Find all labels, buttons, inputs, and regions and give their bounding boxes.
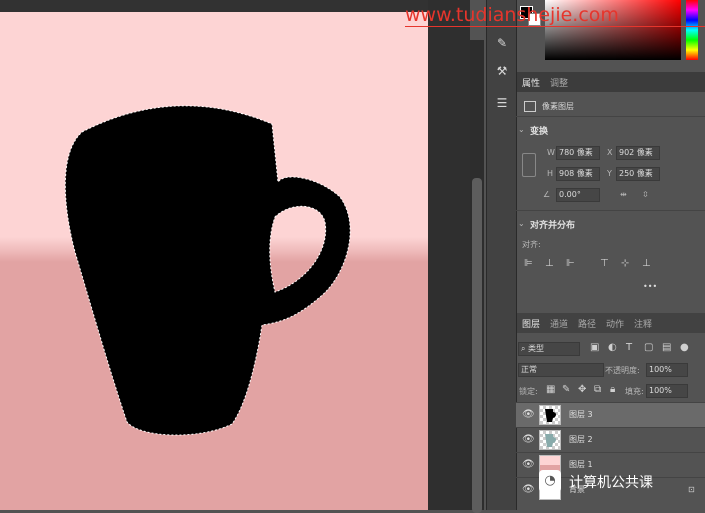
visibility-eye-icon[interactable]: 👁︎: [522, 434, 535, 445]
watermark-text: www.tudianshejie.com: [405, 4, 619, 26]
filter-adjustment-icon[interactable]: ◐: [608, 342, 617, 354]
filter-kind-label: 类型: [528, 344, 545, 353]
divider: [516, 116, 705, 117]
layer-type-label: 像素图层: [542, 102, 574, 111]
layer-name[interactable]: 图层 3: [569, 409, 593, 420]
properties-tabbar: 属性 调整: [517, 72, 705, 92]
flip-horizontal-icon[interactable]: ⇹: [620, 190, 627, 199]
pixel-layer-icon: [524, 101, 536, 112]
layer-name[interactable]: 图层 2: [569, 434, 593, 445]
search-icon: ⌕: [521, 344, 529, 353]
blend-mode-select[interactable]: 正常: [518, 363, 604, 377]
divider: [516, 210, 705, 211]
align-top-icon[interactable]: ⊤: [600, 258, 609, 270]
align-right-icon[interactable]: ⊩: [566, 258, 575, 270]
align-bottom-icon[interactable]: ⊥: [642, 258, 651, 270]
filter-type-icon[interactable]: T: [626, 342, 632, 354]
properties-icon[interactable]: ☰: [495, 96, 509, 110]
layers-tabbar: 图层 通道 路径 动作 注释: [517, 313, 705, 333]
watermark-underline: [405, 26, 705, 27]
scrollbar-thumb[interactable]: [472, 178, 482, 513]
angle-field[interactable]: 0.00°: [556, 188, 600, 202]
mug-thumbnail-shape: [545, 409, 556, 422]
brush-icon[interactable]: ✎: [495, 36, 509, 50]
tab-adjustments[interactable]: 调整: [550, 76, 568, 89]
visibility-eye-icon[interactable]: 👁︎: [522, 484, 535, 495]
h-label: H: [547, 169, 554, 178]
link-icon[interactable]: [522, 153, 536, 177]
wechat-overlay: ◔ 计算机公共课: [537, 468, 705, 498]
more-options-icon[interactable]: •••: [643, 282, 657, 291]
y-label: Y: [607, 169, 612, 178]
canvas-top-bar: [0, 0, 430, 12]
align-middle-icon[interactable]: ⊹: [621, 258, 629, 270]
mug-thumbnail-shape: [545, 434, 556, 447]
tab-paths[interactable]: 路径: [578, 317, 596, 330]
lock-position-icon[interactable]: ✥: [578, 384, 586, 396]
tab-notes[interactable]: 注释: [634, 317, 652, 330]
opacity-field[interactable]: 100%: [646, 363, 688, 377]
align-label: 对齐:: [522, 240, 541, 249]
mug-body: [64, 105, 351, 436]
mug-selection-shape: [64, 105, 351, 436]
lock-transparent-icon[interactable]: ▦: [546, 384, 555, 396]
filter-pixel-icon[interactable]: ▣: [590, 342, 599, 354]
chevron-down-icon[interactable]: ⌄: [518, 219, 525, 228]
filter-smart-icon[interactable]: ▤: [662, 342, 671, 354]
x-field[interactable]: 902 像素: [616, 146, 660, 160]
y-field[interactable]: 250 像素: [616, 167, 660, 181]
adjust-icon[interactable]: ⚒: [495, 64, 509, 78]
panel-tool-column: ✎ ⚒ ☰: [486, 0, 517, 510]
tab-layers[interactable]: 图层: [522, 317, 540, 330]
wechat-account-label: 计算机公共课: [569, 475, 653, 491]
align-left-icon[interactable]: ⊫: [524, 258, 533, 270]
transform-section-title: 变换: [530, 127, 549, 137]
layer-row-2[interactable]: 👁︎ 图层 2: [516, 427, 705, 452]
lock-label: 锁定:: [519, 387, 538, 396]
angle-icon: ∠: [543, 190, 551, 199]
opacity-label: 不透明度:: [605, 366, 640, 375]
layer-thumbnail: [539, 430, 561, 450]
tab-properties[interactable]: 属性: [522, 76, 540, 89]
lock-pixels-icon[interactable]: ✎: [562, 384, 570, 396]
hue-slider[interactable]: [686, 0, 698, 60]
visibility-eye-icon[interactable]: 👁︎: [522, 409, 535, 420]
fill-label: 填充:: [625, 387, 644, 396]
layer-thumbnail: [539, 405, 561, 425]
filter-shape-icon[interactable]: ▢: [644, 342, 653, 354]
layer-row-3[interactable]: 👁︎ 图层 3: [516, 402, 705, 427]
chevron-down-icon[interactable]: ⌄: [518, 125, 525, 134]
visibility-eye-icon[interactable]: 👁︎: [522, 459, 535, 470]
wechat-icon: ◔: [539, 470, 561, 492]
x-label: X: [607, 148, 613, 157]
tab-channels[interactable]: 通道: [550, 317, 568, 330]
flip-vertical-icon[interactable]: ⇳: [642, 190, 649, 199]
layer-filter-select[interactable]: ⌕ 类型: [518, 342, 580, 356]
fill-field[interactable]: 100%: [646, 384, 688, 398]
w-label: W: [547, 148, 555, 157]
filter-toggle-icon[interactable]: ●: [680, 342, 689, 354]
align-center-icon[interactable]: ⊥: [545, 258, 554, 270]
width-field[interactable]: 780 像素: [556, 146, 600, 160]
lock-all-icon[interactable]: 🔒︎: [610, 384, 615, 396]
document-canvas[interactable]: [0, 12, 428, 510]
align-section-title: 对齐并分布: [530, 221, 576, 231]
canvas-gutter: [428, 0, 470, 510]
tab-actions[interactable]: 动作: [606, 317, 624, 330]
height-field[interactable]: 908 像素: [556, 167, 600, 181]
lock-artboard-icon[interactable]: ⧉: [594, 384, 601, 396]
